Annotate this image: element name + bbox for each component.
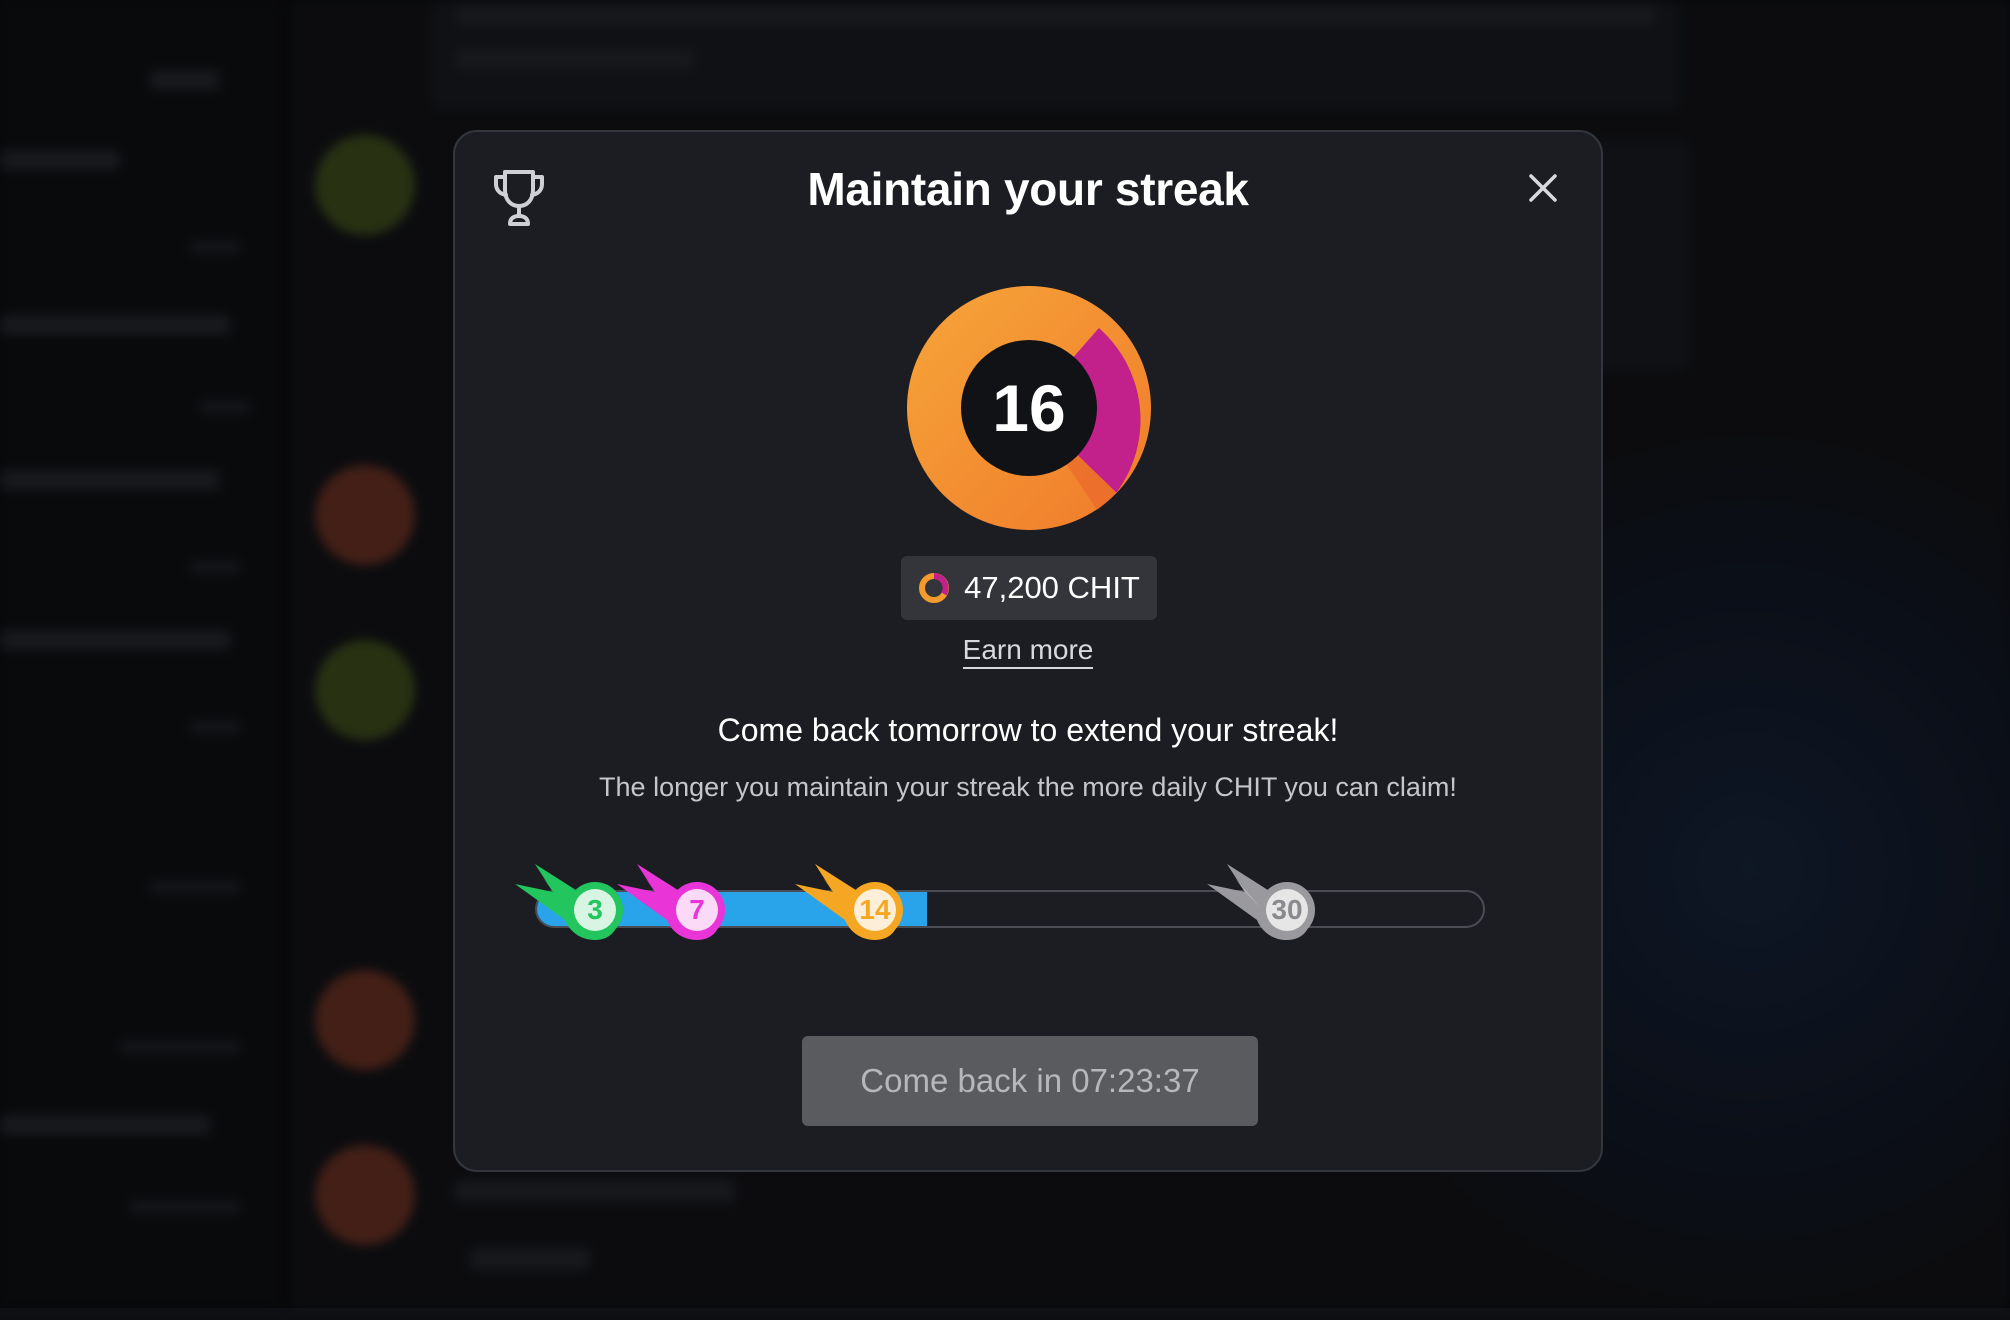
earn-more-link[interactable]: Earn more xyxy=(962,634,1094,669)
milestone-label: 7 xyxy=(689,894,705,925)
streak-count: 16 xyxy=(992,371,1066,445)
earn-more-link-row: Earn more xyxy=(455,634,1601,669)
chit-balance: 47,200 CHIT xyxy=(901,556,1157,620)
milestone-label: 14 xyxy=(859,894,891,925)
modal-title: Maintain your streak xyxy=(807,163,1249,215)
streak-milestone-7: 7 xyxy=(615,854,745,944)
streak-subtext: The longer you maintain your streak the … xyxy=(599,772,1457,802)
chit-balance-value: 47,200 CHIT xyxy=(964,570,1140,605)
streak-headline: Come back tomorrow to extend your streak… xyxy=(717,712,1339,748)
come-back-button: Come back in 07:23:37 xyxy=(802,1036,1258,1126)
chit-token-icon xyxy=(919,573,950,603)
milestone-label: 30 xyxy=(1271,894,1303,925)
milestone-label: 3 xyxy=(587,894,603,925)
streak-modal: Maintain your streak 16 47,200 CHIT Earn… xyxy=(453,130,1603,1172)
streak-milestone-30: 30 xyxy=(1205,854,1335,944)
streak-milestone-14: 14 xyxy=(793,854,923,944)
close-icon[interactable] xyxy=(1525,170,1561,206)
